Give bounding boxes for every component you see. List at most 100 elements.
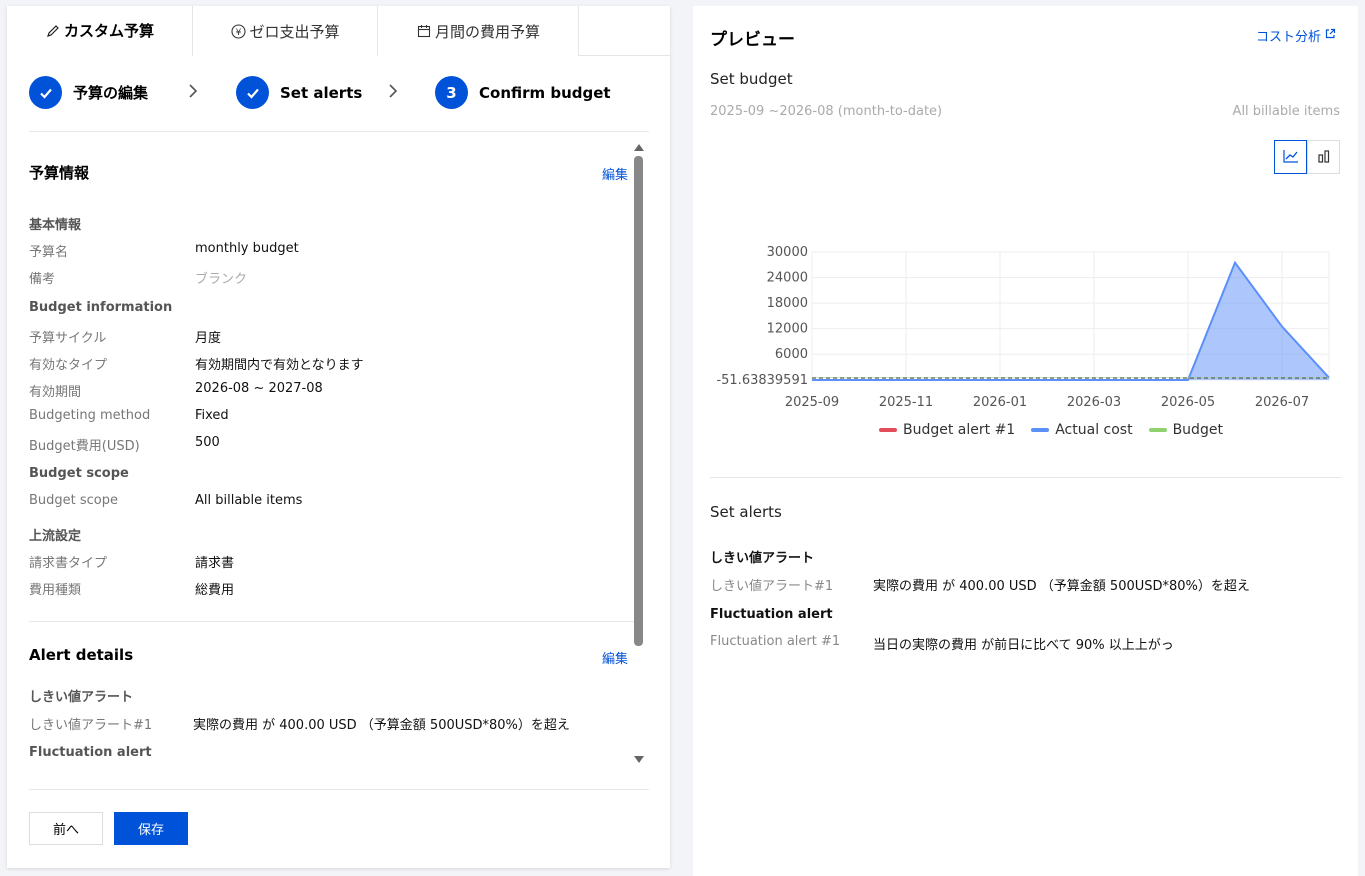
y-tick-label: 18000 — [767, 296, 808, 311]
step-label: 予算の編集 — [73, 84, 149, 102]
step-confirm-budget[interactable]: 3 Confirm budget — [435, 76, 611, 109]
y-tick-label: 30000 — [767, 245, 808, 260]
cost-type-value: 総費用 — [195, 583, 235, 598]
budget-scope-label: Budget scope — [29, 493, 119, 508]
step-number: 3 — [435, 76, 468, 109]
legend-swatch — [1031, 428, 1050, 432]
edit-alert-details-link[interactable]: 編集 — [602, 648, 628, 667]
legend-item-budget-alert[interactable]: Budget alert #1 — [879, 422, 1015, 438]
x-tick-label: 2026-01 — [973, 395, 1027, 410]
budgeting-method-value: Fixed — [195, 408, 229, 423]
tab-monthly-cost-budget[interactable]: 月間の費用予算 — [378, 6, 579, 56]
remark-label: 備考 — [29, 272, 56, 287]
legend-item-actual-cost[interactable]: Actual cost — [1031, 422, 1133, 438]
scroll-up-arrow-icon[interactable] — [633, 138, 645, 151]
valid-period-value: 2026-08 ~ 2027-08 — [195, 381, 323, 396]
y-tick-label: 12000 — [767, 322, 808, 337]
y-tick-label: 6000 — [775, 347, 808, 362]
scroll-down-arrow-icon[interactable] — [633, 751, 645, 763]
budget-info-title: 予算情報 — [29, 164, 90, 182]
line-chart-icon — [1282, 148, 1299, 167]
alert-details-title: Alert details — [29, 646, 134, 664]
upstream-settings-title: 上流設定 — [29, 529, 82, 544]
budget-chart: -51.63839591 6000 12000 18000 24000 30000 2025… — [716, 245, 1330, 410]
pencil-icon — [45, 23, 61, 39]
legend-label: Actual cost — [1055, 422, 1133, 438]
valid-period-label: 有効期間 — [29, 385, 82, 400]
y-tick-label: 24000 — [767, 271, 808, 286]
tab-label: 月間の費用予算 — [434, 22, 540, 41]
edit-budget-info-link[interactable]: 編集 — [602, 164, 628, 183]
fluctuation-alert-value: 当日の実際の費用 が前日に比べて 90% 以上上がっ — [873, 638, 1174, 653]
budget-cycle-label: 予算サイクル — [29, 331, 107, 346]
svg-text:¥: ¥ — [236, 28, 242, 38]
external-link-icon — [1325, 28, 1336, 43]
legend-label: Budget — [1172, 422, 1223, 438]
step-label: Set alerts — [280, 83, 363, 102]
invoice-type-label: 請求書タイプ — [29, 556, 108, 571]
budget-type-tabs: カスタム予算 ¥ ゼロ支出予算 月間の費用予算 — [7, 6, 670, 57]
threshold-alert-label: しきい値アラート#1 — [710, 579, 834, 594]
legend-swatch — [879, 428, 897, 432]
divider — [29, 131, 649, 132]
y-tick-label: -51.63839591 — [716, 373, 808, 388]
calendar-icon — [416, 23, 432, 39]
x-tick-label: 2025-11 — [879, 395, 933, 410]
budget-name-label: 予算名 — [29, 245, 69, 260]
line-chart-toggle[interactable] — [1274, 140, 1307, 174]
save-button[interactable]: 保存 — [114, 812, 188, 845]
valid-type-label: 有効なタイプ — [29, 358, 108, 373]
budget-cost-label: Budget費用(USD) — [29, 439, 140, 454]
budget-scope-value: All billable items — [195, 493, 303, 508]
budgeting-method-label: Budgeting method — [29, 408, 151, 423]
budget-form-panel: カスタム予算 ¥ ゼロ支出予算 月間の費用予算 予算の編集 Set alerts… — [7, 6, 670, 868]
x-tick-label: 2025-09 — [785, 395, 839, 410]
valid-type-value: 有効期間内で有効となります — [195, 358, 364, 373]
cost-analysis-label: コスト分析 — [1255, 30, 1321, 45]
tab-label: カスタム予算 — [63, 22, 154, 40]
bar-chart-toggle[interactable] — [1307, 140, 1340, 174]
set-alerts-heading: Set alerts — [710, 503, 782, 521]
confirm-content: 予算情報 編集 基本情報 予算名 monthly budget 備考 ブランク … — [29, 138, 634, 778]
threshold-alert-label: しきい値アラート#1 — [29, 718, 153, 733]
basic-info-title: 基本情報 — [29, 218, 82, 233]
budget-scope-text: All billable items — [1232, 104, 1340, 119]
step-set-alerts[interactable]: Set alerts — [236, 76, 362, 109]
cost-analysis-link[interactable]: コスト分析 — [1256, 26, 1336, 45]
stepper: 予算の編集 Set alerts 3 Confirm budget — [29, 76, 649, 109]
fluctuation-alert-title: Fluctuation alert — [710, 607, 833, 622]
step-label: Confirm budget — [479, 83, 611, 102]
chart-legend: Budget alert #1 Actual cost Budget — [879, 422, 1223, 438]
budget-name-value: monthly budget — [195, 241, 299, 256]
check-icon — [236, 76, 269, 109]
budget-cycle-value: 月度 — [195, 331, 222, 346]
step-edit-budget[interactable]: 予算の編集 — [29, 76, 148, 109]
x-tick-label: 2026-03 — [1067, 395, 1121, 410]
threshold-alert-title: しきい値アラート — [710, 551, 815, 566]
budget-information-title: Budget information — [29, 300, 173, 315]
previous-button[interactable]: 前へ — [29, 812, 103, 845]
tab-custom-budget[interactable]: カスタム予算 — [7, 6, 193, 57]
bar-chart-icon — [1317, 148, 1331, 167]
fluctuation-alert-label: Fluctuation alert #1 — [710, 634, 841, 649]
tab-label: ゼロ支出予算 — [249, 22, 340, 41]
check-icon — [29, 76, 62, 109]
legend-swatch — [1148, 428, 1167, 432]
preview-title: プレビュー — [710, 30, 795, 50]
x-tick-label: 2026-07 — [1255, 395, 1309, 410]
legend-item-budget[interactable]: Budget — [1148, 422, 1223, 438]
divider — [710, 477, 1341, 478]
cost-type-label: 費用種類 — [29, 583, 82, 598]
tab-zero-spend-budget[interactable]: ¥ ゼロ支出予算 — [193, 6, 378, 56]
divider — [29, 789, 649, 790]
fluctuation-alert-title: Fluctuation alert — [29, 745, 152, 760]
scrollbar-thumb[interactable] — [634, 156, 643, 646]
threshold-alert-value: 実際の費用 が 400.00 USD （予算金額 500USD*80%）を超え — [873, 579, 1250, 594]
set-budget-heading: Set budget — [710, 70, 793, 88]
budget-range-text: 2025-09 ~2026-08 (month-to-date) — [710, 104, 943, 119]
x-tick-label: 2026-05 — [1161, 395, 1215, 410]
legend-label: Budget alert #1 — [903, 422, 1016, 438]
remark-value: ブランク — [195, 272, 248, 287]
threshold-alert-title: しきい値アラート — [29, 690, 134, 705]
invoice-type-value: 請求書 — [195, 556, 235, 571]
